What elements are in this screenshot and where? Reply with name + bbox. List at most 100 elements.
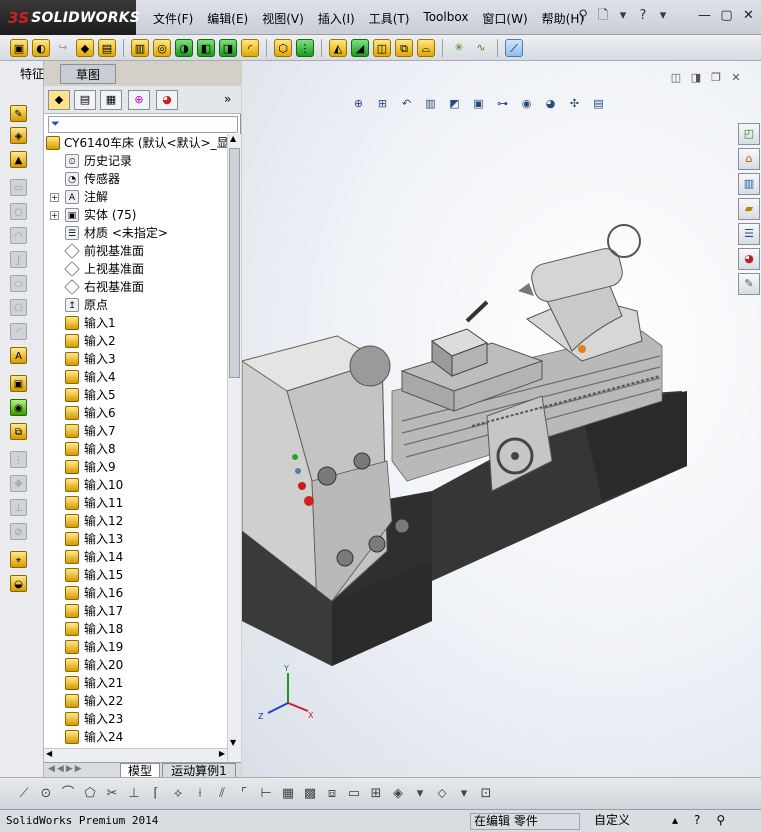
- import-feature-item[interactable]: 输入17: [44, 602, 227, 620]
- restore-icon[interactable]: ▢: [718, 8, 735, 24]
- import-feature-item[interactable]: 输入21: [44, 674, 227, 692]
- import-feature-item[interactable]: 输入22: [44, 692, 227, 710]
- arc-icon[interactable]: ◠: [10, 227, 27, 244]
- trim-icon[interactable]: ▣: [10, 375, 27, 392]
- loft-icon[interactable]: ◆: [76, 38, 94, 57]
- tab-motion-study[interactable]: 运动算例1: [162, 763, 236, 778]
- pin-icon[interactable]: ⚲: [575, 8, 591, 24]
- fillet-tool-icon[interactable]: ⌈: [148, 786, 164, 802]
- linear-pattern-icon[interactable]: ⋮: [10, 451, 27, 468]
- feature-tree-tab-icon[interactable]: ◆: [48, 90, 70, 110]
- import-feature-item[interactable]: 输入1: [44, 314, 227, 332]
- polygon-tool-icon[interactable]: ⬠: [82, 786, 98, 802]
- view-select-icon[interactable]: ▾: [412, 786, 428, 802]
- tree-item[interactable]: 前视基准面: [44, 242, 227, 260]
- minimize-icon[interactable]: —: [696, 8, 713, 24]
- circle-tool-icon[interactable]: ⊙: [38, 786, 54, 802]
- expand-panel-icon[interactable]: »: [224, 92, 231, 106]
- tree-root[interactable]: CY6140车床 (默认<默认>_显: [44, 134, 227, 152]
- expand-icon[interactable]: +: [50, 211, 59, 220]
- scroll-up-icon[interactable]: ▲: [230, 134, 236, 143]
- import-feature-item[interactable]: 输入2: [44, 332, 227, 350]
- block-tool-icon[interactable]: ⧈: [324, 786, 340, 802]
- dimension-tool-icon[interactable]: ⊢: [258, 786, 274, 802]
- import-feature-item[interactable]: 输入20: [44, 656, 227, 674]
- quick-snaps-icon[interactable]: ⌖: [10, 551, 27, 568]
- extend-tool-icon[interactable]: ⊥: [126, 786, 142, 802]
- import-feature-item[interactable]: 输入24: [44, 728, 227, 746]
- import-feature-item[interactable]: 输入12: [44, 512, 227, 530]
- import-feature-item[interactable]: 输入9: [44, 458, 227, 476]
- menu-view[interactable]: 视图(V): [255, 9, 311, 28]
- grid-icon[interactable]: ⊡: [478, 786, 494, 802]
- import-feature-item[interactable]: 输入7: [44, 422, 227, 440]
- tab-navigation-icon[interactable]: ◀◀▶▶: [48, 764, 84, 774]
- hole-wizard-icon[interactable]: ◎: [153, 38, 171, 57]
- import-feature-item[interactable]: 输入16: [44, 584, 227, 602]
- import-feature-item[interactable]: 输入23: [44, 710, 227, 728]
- arc-tool-icon[interactable]: ⌒: [60, 786, 76, 802]
- mirror-tool-icon[interactable]: ⫽: [214, 786, 230, 802]
- extrude-icon[interactable]: ▣: [10, 38, 28, 57]
- unit-system[interactable]: 自定义: [588, 813, 658, 830]
- tree-item[interactable]: 上视基准面: [44, 260, 227, 278]
- smart-dimension-icon[interactable]: ◈: [10, 127, 27, 144]
- corner-tool-icon[interactable]: ⌜: [236, 786, 252, 802]
- view-cube-icon[interactable]: ◈: [390, 786, 406, 802]
- extruded-cut-icon[interactable]: ▥: [131, 38, 149, 57]
- rapid-sketch-icon[interactable]: ◒: [10, 575, 27, 592]
- sketch-icon[interactable]: ✎: [10, 105, 27, 122]
- curves-icon[interactable]: ∿: [472, 39, 490, 57]
- mirror-icon[interactable]: ⧉: [395, 38, 413, 57]
- tree-item[interactable]: ☰ 材质 <未指定>: [44, 224, 227, 242]
- pin-icon[interactable]: ⚲: [716, 813, 725, 827]
- snap-icon[interactable]: ⬦: [434, 786, 450, 802]
- move-entities-icon[interactable]: ✥: [10, 475, 27, 492]
- intersect-icon[interactable]: ◫: [373, 38, 391, 57]
- tree-item[interactable]: + A 注解: [44, 188, 227, 206]
- offset-icon[interactable]: ◉: [10, 399, 27, 416]
- menu-insert[interactable]: 插入(I): [311, 9, 362, 28]
- tree-item[interactable]: + ▣ 实体 (75): [44, 206, 227, 224]
- dropdown-arrow-icon[interactable]: ▾: [615, 8, 631, 24]
- spline-icon[interactable]: ∫: [10, 251, 27, 268]
- dropdown-arrow-icon[interactable]: ▾: [655, 8, 671, 24]
- import-feature-item[interactable]: 输入10: [44, 476, 227, 494]
- instant3d-icon[interactable]: ⟋: [505, 38, 523, 57]
- import-feature-item[interactable]: 输入5: [44, 386, 227, 404]
- import-feature-item[interactable]: 输入14: [44, 548, 227, 566]
- sweep-icon[interactable]: ↪: [54, 39, 72, 57]
- layer-tool-icon[interactable]: ▭: [346, 786, 362, 802]
- ellipse-icon[interactable]: ⬭: [10, 275, 27, 292]
- graphics-area[interactable]: ◫ ◨ ❐ ✕ ⊕ ⊞ ↶ ▥ ◩ ▣ ⊶ ◉ ◕ ✣ ▤ ◰ ⌂ ▥ ▰ ☰ …: [242, 61, 761, 777]
- rib-icon[interactable]: ◭: [329, 38, 347, 57]
- property-manager-tab-icon[interactable]: ▤: [74, 90, 96, 110]
- tree-horizontal-scrollbar[interactable]: ◀ ▶: [44, 748, 227, 762]
- tree-vertical-scrollbar[interactable]: ▲ ▼: [227, 134, 241, 762]
- solidworks-logo[interactable]: 3S SOLIDWORKS: [0, 0, 140, 35]
- snap-dropdown-icon[interactable]: ▾: [456, 786, 472, 802]
- shell-icon[interactable]: ⬡: [274, 38, 292, 57]
- polygon-icon[interactable]: ⬠: [10, 299, 27, 316]
- rectangle-icon[interactable]: ▭: [10, 179, 27, 196]
- close-icon[interactable]: ✕: [740, 8, 757, 24]
- hatch-tool-icon[interactable]: ▦: [280, 786, 296, 802]
- fillet-icon[interactable]: ◜: [241, 38, 259, 57]
- new-document-icon[interactable]: 🗋: [595, 8, 611, 24]
- scroll-thumb[interactable]: [229, 148, 240, 378]
- revolved-cut-icon[interactable]: ◑: [175, 38, 193, 57]
- import-feature-item[interactable]: 输入19: [44, 638, 227, 656]
- draft-icon[interactable]: ◢: [351, 38, 369, 57]
- trim-tool-icon[interactable]: ✂: [104, 786, 120, 802]
- tab-features[interactable]: 特征: [6, 64, 58, 84]
- tree-item[interactable]: 右视基准面: [44, 278, 227, 296]
- relations-tool-icon[interactable]: ⊞: [368, 786, 384, 802]
- linear-pattern-icon[interactable]: ⋮: [296, 38, 314, 57]
- menu-window[interactable]: 窗口(W): [475, 9, 534, 28]
- tree-item[interactable]: ⏲ 历史记录: [44, 152, 227, 170]
- configuration-manager-tab-icon[interactable]: ▦: [100, 90, 122, 110]
- offset-tool-icon[interactable]: ⟊: [192, 786, 208, 802]
- import-feature-item[interactable]: 输入18: [44, 620, 227, 638]
- import-feature-item[interactable]: 输入6: [44, 404, 227, 422]
- fillet-sketch-icon[interactable]: ◜: [10, 323, 27, 340]
